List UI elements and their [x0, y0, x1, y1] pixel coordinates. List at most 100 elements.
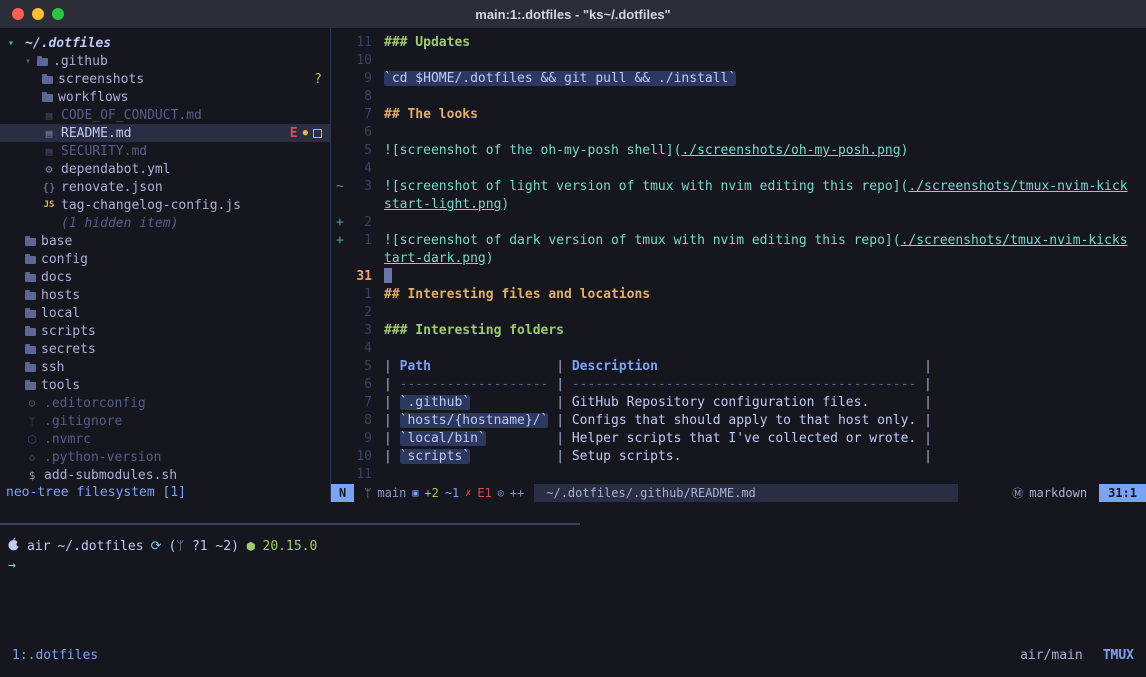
- tree-item[interactable]: ▤CODE_OF_CONDUCT.md: [0, 106, 330, 124]
- editor-line[interactable]: tart-dark.png): [331, 250, 1146, 268]
- editor-line[interactable]: ~3![screenshot of light version of tmux …: [331, 178, 1146, 196]
- git-branch-icon: ᛘ: [176, 539, 184, 554]
- gutter-sign: [331, 430, 346, 448]
- gutter-sign: [331, 106, 346, 124]
- tree-item[interactable]: ⚙dependabot.yml: [0, 160, 330, 178]
- editor-pane[interactable]: 11### Updates109`cd $HOME/.dotfiles && g…: [331, 28, 1146, 490]
- editor-line[interactable]: 9`cd $HOME/.dotfiles && git pull && ./in…: [331, 70, 1146, 88]
- tree-item[interactable]: tools: [0, 376, 330, 394]
- tree-item[interactable]: workflows: [0, 88, 330, 106]
- text-segment: ![screenshot of dark version of tmux wit…: [384, 233, 901, 248]
- close-button[interactable]: [12, 8, 24, 20]
- tmux-pane-border[interactable]: [0, 523, 580, 525]
- editor-line[interactable]: 6| ------------------- | ---------------…: [331, 376, 1146, 394]
- editor-line[interactable]: +2: [331, 214, 1146, 232]
- tree-item-label: SECURITY.md: [61, 144, 147, 159]
- tree-item[interactable]: base: [0, 232, 330, 250]
- git-branch-icon: ᛘ: [364, 486, 371, 500]
- tree-item[interactable]: ᛘ.gitignore: [0, 412, 330, 430]
- tree-item[interactable]: config: [0, 250, 330, 268]
- text-segment: ## The looks: [384, 107, 478, 122]
- shell-git-status: ?1 ~2: [192, 539, 231, 554]
- markdown-file-icon: ▤: [42, 109, 56, 122]
- tree-item-label: .nvmrc: [44, 432, 91, 447]
- tree-item[interactable]: secrets: [0, 340, 330, 358]
- tree-item[interactable]: {}renovate.json: [0, 178, 330, 196]
- tree-item-label: .gitignore: [44, 414, 122, 429]
- editor-line[interactable]: start-light.png): [331, 196, 1146, 214]
- tree-item[interactable]: ▾~/.dotfiles: [0, 34, 330, 52]
- tree-item[interactable]: scripts: [0, 322, 330, 340]
- folder-icon: [25, 346, 36, 354]
- editor-line[interactable]: 8| `hosts/{hostname}/` | Configs that sh…: [331, 412, 1146, 430]
- shell-pane[interactable]: air ~/.dotfiles ⟳ (ᛘ ?1 ~2) ⬢ 20.15.0 →: [0, 536, 1146, 576]
- gutter-sign: [331, 52, 346, 70]
- text-segment: [869, 395, 924, 410]
- editor-line[interactable]: 4: [331, 340, 1146, 358]
- tree-item[interactable]: $add-submodules.sh: [0, 466, 330, 484]
- tree-item-label: ssh: [41, 360, 64, 375]
- node-file-icon: ⬡: [25, 433, 39, 446]
- gutter-sign: [331, 376, 346, 394]
- editor-line[interactable]: 7| `.github` | GitHub Repository configu…: [331, 394, 1146, 412]
- gutter-sign: [331, 142, 346, 160]
- tree-item-label: screenshots: [58, 72, 144, 87]
- tree-item[interactable]: ▤SECURITY.md: [0, 142, 330, 160]
- line-text: | `scripts` | Setup scripts. |: [384, 448, 932, 466]
- text-segment: |: [384, 449, 400, 464]
- line-number: 11: [346, 466, 372, 484]
- git-branch: main: [377, 486, 406, 500]
- line-text: | ------------------- | ----------------…: [384, 376, 932, 394]
- zoom-button[interactable]: [52, 8, 64, 20]
- line-number: 3: [346, 322, 372, 340]
- editor-line[interactable]: 7## The looks: [331, 106, 1146, 124]
- item-marks: E●: [290, 126, 322, 141]
- tree-item[interactable]: ◇.python-version: [0, 448, 330, 466]
- editor-line[interactable]: 9| `local/bin` | Helper scripts that I'v…: [331, 430, 1146, 448]
- line-text: ![screenshot of light version of tmux wi…: [384, 178, 1128, 196]
- tree-item[interactable]: local: [0, 304, 330, 322]
- tree-item[interactable]: (1 hidden item): [0, 214, 330, 232]
- tree-item[interactable]: docs: [0, 268, 330, 286]
- line-text: ![screenshot of the oh-my-posh shell](./…: [384, 142, 908, 160]
- text-segment: |: [556, 413, 572, 428]
- tree-item-label: local: [41, 306, 80, 321]
- tree-item[interactable]: screenshots?: [0, 70, 330, 88]
- tree-item-label: README.md: [61, 126, 131, 141]
- tree-item[interactable]: ssh: [0, 358, 330, 376]
- editor-line[interactable]: 4: [331, 160, 1146, 178]
- tree-item[interactable]: ▤README.mdE●: [0, 124, 330, 142]
- tmux-window-item[interactable]: 1:.dotfiles: [12, 648, 98, 663]
- shell-path: ~/.dotfiles: [57, 539, 143, 554]
- editor-line[interactable]: 31: [331, 268, 1146, 286]
- editor-line[interactable]: +1![screenshot of dark version of tmux w…: [331, 232, 1146, 250]
- tree-item[interactable]: ⬡ .nvmrc: [0, 430, 330, 448]
- editor-line[interactable]: 10| `scripts` | Setup scripts. |: [331, 448, 1146, 466]
- editor-line[interactable]: 3### Interesting folders: [331, 322, 1146, 340]
- editor-line[interactable]: 10: [331, 52, 1146, 70]
- tree-item[interactable]: hosts: [0, 286, 330, 304]
- line-number: 6: [346, 124, 372, 142]
- editor-line[interactable]: 8: [331, 88, 1146, 106]
- tree-item-label: add-submodules.sh: [44, 468, 177, 483]
- editor-line[interactable]: 11: [331, 466, 1146, 484]
- gutter-sign: [331, 124, 346, 142]
- editor-line[interactable]: 5| Path | Description |: [331, 358, 1146, 376]
- minimize-button[interactable]: [32, 8, 44, 20]
- editor-line[interactable]: 2: [331, 304, 1146, 322]
- tree-item[interactable]: ⚙.editorconfig: [0, 394, 330, 412]
- editor-line[interactable]: 11### Updates: [331, 34, 1146, 52]
- git-status-badge: ?: [314, 72, 322, 87]
- markdown-icon: Ⓜ: [1012, 485, 1023, 501]
- text-segment: `cd $HOME/.dotfiles && git pull && ./ins…: [384, 71, 736, 86]
- line-number: 1: [346, 286, 372, 304]
- line-number: 10: [346, 52, 372, 70]
- editor-line[interactable]: 5![screenshot of the oh-my-posh shell](.…: [331, 142, 1146, 160]
- editor-line[interactable]: 1## Interesting files and locations: [331, 286, 1146, 304]
- file-tree[interactable]: ▾~/.dotfiles▾.githubscreenshots?workflow…: [0, 28, 330, 490]
- tree-item[interactable]: ▾.github: [0, 52, 330, 70]
- tree-item[interactable]: JStag-changelog-config.js: [0, 196, 330, 214]
- editor-line[interactable]: 6: [331, 124, 1146, 142]
- text-segment: tart-dark.png: [384, 251, 486, 266]
- root-expander-icon: ▾: [8, 38, 20, 49]
